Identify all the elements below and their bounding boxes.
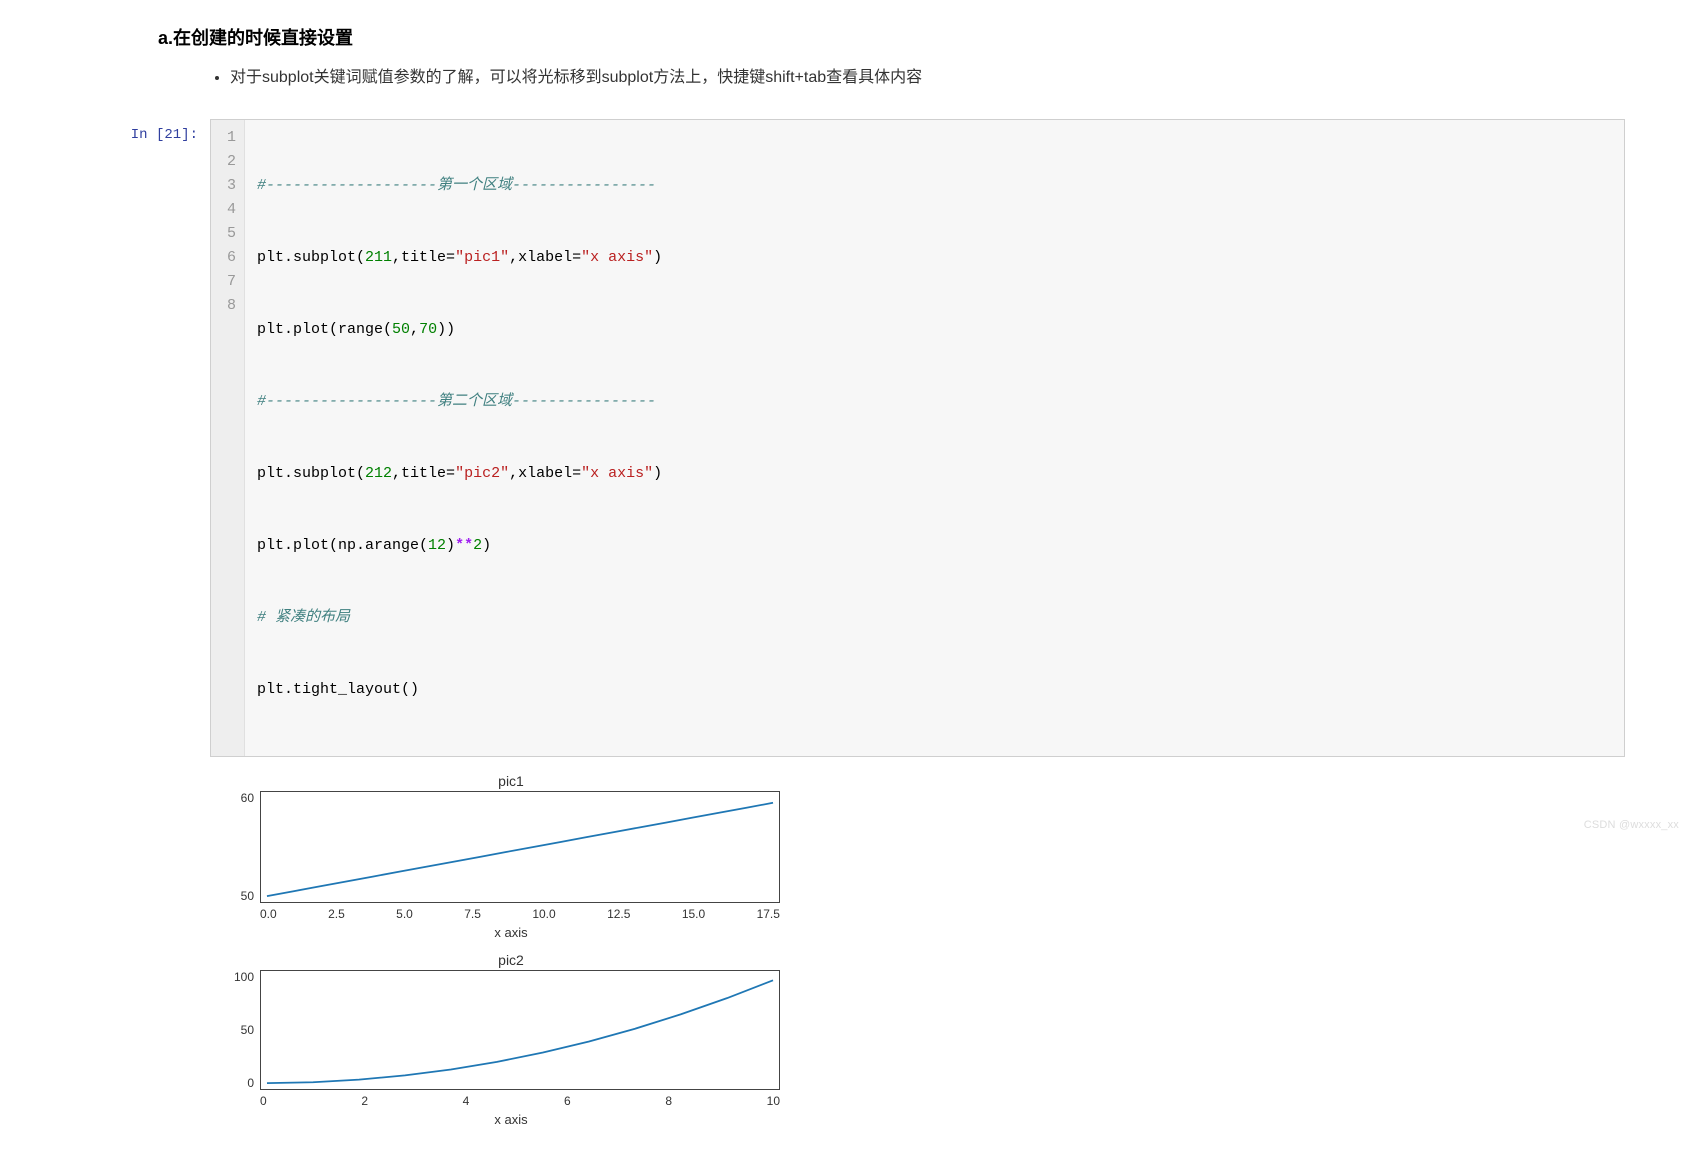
code-str: "x axis" bbox=[581, 249, 653, 266]
code-text: ) bbox=[446, 537, 455, 554]
x-axis-label: x axis bbox=[216, 1112, 806, 1127]
x-tick: 10 bbox=[767, 1094, 780, 1108]
matplotlib-figure: pic1 60 50 0.0 2.5 5.0 7 bbox=[216, 773, 806, 1127]
x-tick: 2.5 bbox=[328, 907, 345, 921]
line-svg bbox=[261, 792, 779, 902]
gutter-num: 3 bbox=[219, 174, 236, 198]
code-num: 212 bbox=[365, 465, 392, 482]
code-body[interactable]: #-------------------第一个区域---------------… bbox=[245, 120, 674, 756]
code-text: plt.subplot( bbox=[257, 249, 365, 266]
gutter-num: 5 bbox=[219, 222, 236, 246]
x-tick: 0 bbox=[260, 1094, 267, 1108]
x-tick: 4 bbox=[463, 1094, 470, 1108]
code-str: "pic1" bbox=[455, 249, 509, 266]
x-tick: 17.5 bbox=[757, 907, 780, 921]
code-num: 50 bbox=[392, 321, 410, 338]
code-num: 211 bbox=[365, 249, 392, 266]
chart-pic1: pic1 60 50 0.0 2.5 5.0 7 bbox=[216, 773, 806, 940]
gutter-num: 2 bbox=[219, 150, 236, 174]
chart-title: pic2 bbox=[216, 952, 806, 968]
code-input-area[interactable]: 1 2 3 4 5 6 7 8 #-------------------第一个区… bbox=[210, 119, 1625, 757]
code-text: ,xlabel= bbox=[509, 249, 581, 266]
data-line bbox=[267, 803, 773, 896]
line-svg bbox=[261, 971, 779, 1089]
code-text: , bbox=[410, 321, 419, 338]
code-op: ** bbox=[455, 537, 473, 554]
gutter-num: 1 bbox=[219, 126, 236, 150]
x-tick: 2 bbox=[361, 1094, 368, 1108]
x-tick: 12.5 bbox=[607, 907, 630, 921]
y-axis-ticks: 60 50 bbox=[216, 791, 260, 903]
x-tick: 6 bbox=[564, 1094, 571, 1108]
x-tick: 5.0 bbox=[396, 907, 413, 921]
x-axis-ticks: 0 2 4 6 8 10 bbox=[260, 1094, 780, 1108]
bullet-list: 对于subplot关键词赋值参数的了解，可以将光标移到subplot方法上，快捷… bbox=[230, 64, 1625, 91]
code-text: ) bbox=[653, 465, 662, 482]
code-num: 70 bbox=[419, 321, 437, 338]
cell-prompt: In [21]: bbox=[60, 119, 210, 143]
code-num: 12 bbox=[428, 537, 446, 554]
code-str: "x axis" bbox=[581, 465, 653, 482]
x-axis-ticks: 0.0 2.5 5.0 7.5 10.0 12.5 15.0 17.5 bbox=[260, 907, 780, 921]
code-text: ) bbox=[653, 249, 662, 266]
x-tick: 8 bbox=[665, 1094, 672, 1108]
y-tick: 100 bbox=[234, 970, 254, 984]
y-tick: 50 bbox=[241, 1023, 254, 1037]
bullet-item: 对于subplot关键词赋值参数的了解，可以将光标移到subplot方法上，快捷… bbox=[230, 64, 1625, 91]
code-text: ) bbox=[482, 537, 491, 554]
x-tick: 0.0 bbox=[260, 907, 277, 921]
watermark: CSDN @wxxxx_xx bbox=[1584, 819, 1679, 831]
section-heading: a.在创建的时候直接设置 bbox=[158, 24, 1625, 50]
plot-area bbox=[260, 970, 780, 1090]
chart-pic2: pic2 100 50 0 0 2 4 bbox=[216, 952, 806, 1127]
x-axis-label: x axis bbox=[216, 925, 806, 940]
notebook-cell: In [21]: 1 2 3 4 5 6 7 8 #--------------… bbox=[60, 119, 1625, 757]
code-text: plt.plot(range( bbox=[257, 321, 392, 338]
code-num: 2 bbox=[473, 537, 482, 554]
code-text: plt.plot(np.arange( bbox=[257, 537, 428, 554]
gutter-num: 8 bbox=[219, 294, 236, 318]
gutter-num: 6 bbox=[219, 246, 236, 270]
plot-area bbox=[260, 791, 780, 903]
gutter-num: 4 bbox=[219, 198, 236, 222]
chart-title: pic1 bbox=[216, 773, 806, 789]
code-comment: # 紧凑的布局 bbox=[257, 609, 350, 626]
code-text: ,title= bbox=[392, 249, 455, 266]
y-tick: 50 bbox=[241, 889, 254, 903]
y-axis-ticks: 100 50 0 bbox=[216, 970, 260, 1090]
gutter-num: 7 bbox=[219, 270, 236, 294]
code-text: )) bbox=[437, 321, 455, 338]
x-tick: 15.0 bbox=[682, 907, 705, 921]
code-comment: #-------------------第二个区域---------------… bbox=[257, 393, 656, 410]
line-gutter: 1 2 3 4 5 6 7 8 bbox=[211, 120, 245, 756]
code-text: ,title= bbox=[392, 465, 455, 482]
cell-output: pic1 60 50 0.0 2.5 5.0 7 bbox=[216, 773, 1625, 1127]
code-text: plt.tight_layout() bbox=[257, 681, 419, 698]
code-text: ,xlabel= bbox=[509, 465, 581, 482]
x-tick: 10.0 bbox=[532, 907, 555, 921]
code-str: "pic2" bbox=[455, 465, 509, 482]
x-tick: 7.5 bbox=[464, 907, 481, 921]
y-tick: 60 bbox=[241, 791, 254, 805]
code-comment: #-------------------第一个区域---------------… bbox=[257, 177, 656, 194]
data-line bbox=[267, 981, 773, 1084]
y-tick: 0 bbox=[247, 1076, 254, 1090]
code-text: plt.subplot( bbox=[257, 465, 365, 482]
